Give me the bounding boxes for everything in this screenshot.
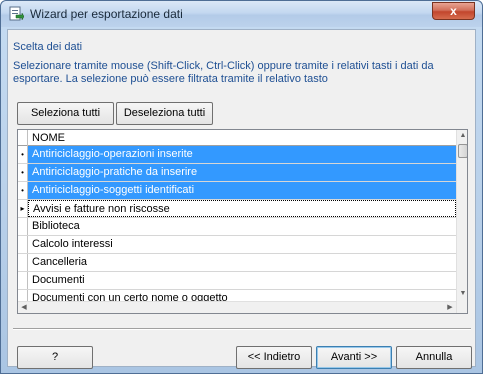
row-label: Antiriciclaggio-soggetti identificati	[28, 182, 456, 199]
scroll-down-icon[interactable]: ▼	[457, 288, 467, 300]
close-button[interactable]: x	[432, 2, 475, 20]
wizard-window: Wizard per esportazione dati x Scelta de…	[0, 0, 483, 374]
row-indicator[interactable]	[18, 254, 28, 271]
footer-separator	[13, 328, 471, 330]
deselect-all-button[interactable]: Deseleziona tutti	[116, 102, 213, 125]
header-corner	[18, 130, 28, 146]
table-row[interactable]: Biblioteca	[18, 218, 456, 236]
vertical-scroll-thumb[interactable]	[458, 144, 467, 158]
data-grid[interactable]: NOME • Antiriciclaggio-operazioni inserit…	[17, 129, 468, 314]
row-label: Documenti	[32, 274, 85, 286]
vertical-scrollbar[interactable]: ▲ ▼	[456, 130, 467, 313]
grid-header: NOME	[18, 130, 456, 146]
row-label: Biblioteca	[32, 220, 80, 232]
select-all-button[interactable]: Seleziona tutti	[17, 102, 114, 125]
row-indicator[interactable]: •	[18, 164, 28, 181]
table-row[interactable]: • Antiriciclaggio-pratiche da inserire	[18, 164, 456, 182]
instructions-line-2: esportare. La selezione può essere filtr…	[13, 73, 328, 85]
next-button[interactable]: Avanti >>	[316, 346, 392, 369]
wizard-body: Scelta dei dati Selezionare tramite mous…	[7, 29, 476, 369]
row-indicator[interactable]: •	[18, 146, 28, 163]
row-label: Antiriciclaggio-pratiche da inserire	[28, 164, 456, 181]
title-bar[interactable]: Wizard per esportazione dati x	[1, 1, 482, 27]
row-indicator[interactable]	[18, 218, 28, 235]
table-row[interactable]: Cancelleria	[18, 254, 456, 272]
back-button[interactable]: << Indietro	[236, 346, 312, 369]
table-row[interactable]: • Antiriciclaggio-operazioni inserite	[18, 146, 456, 164]
cancel-button[interactable]: Annulla	[396, 346, 472, 369]
instructions-line-1: Selezionare tramite mouse (Shift-Click, …	[13, 60, 434, 72]
window-title: Wizard per esportazione dati	[30, 7, 183, 21]
export-wizard-icon	[8, 6, 25, 22]
close-icon: x	[450, 4, 457, 18]
row-label: Avvisi e fatture non riscosse	[28, 200, 456, 217]
row-label: Calcolo interessi	[32, 238, 113, 250]
table-row[interactable]: ▸ Avvisi e fatture non riscosse	[18, 200, 456, 218]
row-indicator[interactable]: •	[18, 182, 28, 199]
row-label: Cancelleria	[32, 256, 88, 268]
table-row[interactable]: Calcolo interessi	[18, 236, 456, 254]
section-title: Scelta dei dati	[13, 41, 83, 53]
help-button[interactable]: ?	[17, 346, 93, 369]
scroll-right-icon[interactable]: ▶	[444, 302, 456, 313]
table-row[interactable]: • Antiriciclaggio-soggetti identificati	[18, 182, 456, 200]
scroll-left-icon[interactable]: ◀	[18, 302, 30, 313]
row-indicator[interactable]: ▸	[18, 200, 28, 217]
row-indicator[interactable]	[18, 272, 28, 289]
row-indicator[interactable]	[18, 236, 28, 253]
row-label: Antiriciclaggio-operazioni inserite	[28, 146, 456, 163]
table-row[interactable]: Documenti	[18, 272, 456, 290]
scroll-up-icon[interactable]: ▲	[457, 130, 467, 142]
column-header-nome[interactable]: NOME	[32, 132, 65, 144]
instructions-text: Selezionare tramite mouse (Shift-Click, …	[13, 60, 468, 86]
grid-rows: • Antiriciclaggio-operazioni inserite • Ant…	[18, 146, 456, 308]
horizontal-scrollbar[interactable]: ◀ ▶	[18, 301, 456, 313]
